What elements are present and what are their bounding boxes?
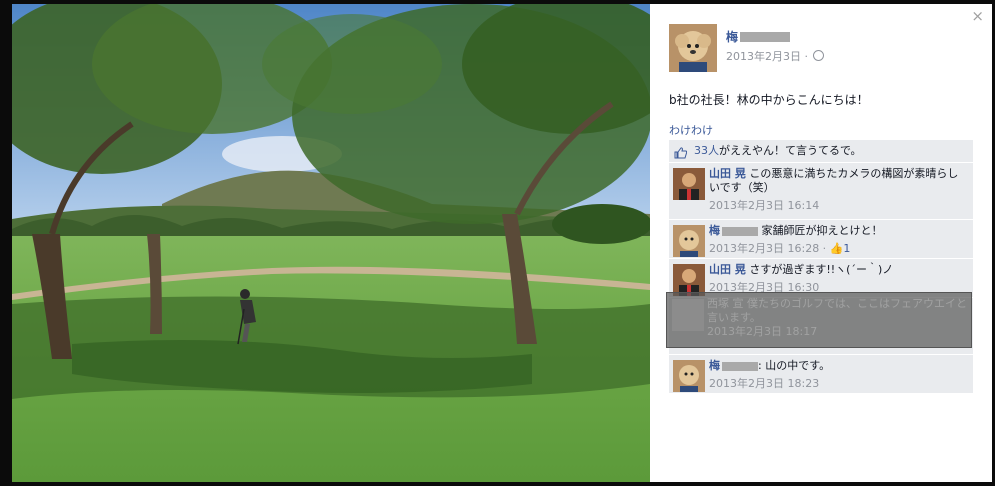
golf-course-photo <box>12 4 650 482</box>
comment-author[interactable]: 山田 晃 <box>709 263 746 276</box>
post-meta: 2013年2月3日 · <box>726 48 825 64</box>
comment-date[interactable]: 2013年2月3日 16:28 · <box>709 242 826 255</box>
commenter-avatar[interactable] <box>673 225 705 257</box>
post-link[interactable]: わけわけ <box>669 122 713 138</box>
comment-text: 家舗師匠が抑えとけと！ <box>761 224 883 237</box>
comment-item: 山田 晃 この悪意に満ちたカメラの構図が素晴らしいです（笑） 2013年2月3日… <box>669 163 973 220</box>
likes-text: がええやん！て言うてるで。 <box>719 144 862 157</box>
globe-icon <box>813 50 825 61</box>
author-block: 梅 2013年2月3日 · <box>726 26 825 64</box>
likes-summary: 33人がええやん！て言うてるで。 <box>669 140 973 163</box>
redacted-name <box>722 361 758 371</box>
post-date[interactable]: 2013年2月3日 · <box>726 50 808 63</box>
commenter-avatar <box>672 299 704 331</box>
photo-viewer[interactable] <box>12 4 650 482</box>
redacted-name <box>722 226 758 236</box>
comment-date[interactable]: 2013年2月3日 18:23 <box>709 375 967 391</box>
commenter-avatar[interactable] <box>673 168 705 200</box>
redacted-name <box>740 31 791 42</box>
comment-text: この悪意に満ちたカメラの構図が素晴らしいです（笑） <box>709 167 959 194</box>
likes-count[interactable]: 33人 <box>694 144 719 157</box>
hidden-comment-overlay: 西塚 宣 僕たちのゴルフでは、ここはフェアウエイと言います。 2013年2月3日… <box>666 292 972 348</box>
post-text: b社の社長！林の中からこんにちは！ <box>669 93 869 107</box>
comment-text: さすが過ぎます!!ヽ(´ー｀)ノ <box>749 263 894 276</box>
comment-list: 山田 晃 この悪意に満ちたカメラの構図が素晴らしいです（笑） 2013年2月3日… <box>669 163 973 394</box>
comment-author[interactable]: 梅 <box>709 224 720 237</box>
close-icon[interactable]: × <box>971 8 984 24</box>
comment-author[interactable]: 梅 <box>709 359 720 372</box>
comment-like-count[interactable]: 👍1 <box>830 242 851 255</box>
comment-item: 梅: 山の中です。 2013年2月3日 18:23 <box>669 355 973 394</box>
comment-text: 山の中です。 <box>765 359 831 372</box>
author-name[interactable]: 梅 <box>726 30 738 44</box>
hidden-comment-text: 西塚 宣 僕たちのゴルフでは、ここはフェアウエイと言います。 2013年2月3日… <box>707 297 967 338</box>
comment-author[interactable]: 山田 晃 <box>709 167 746 180</box>
commenter-avatar[interactable] <box>673 360 705 392</box>
post-detail-panel: × 梅 2013年2月3日 · b社の社長！林の中からこんにちは！ わけわけ 3… <box>650 4 992 482</box>
comment-date[interactable]: 2013年2月3日 16:14 <box>709 197 967 213</box>
comment-item: 梅 家舗師匠が抑えとけと！ 2013年2月3日 16:28 · 👍1 <box>669 220 973 259</box>
author-avatar[interactable] <box>669 24 717 72</box>
